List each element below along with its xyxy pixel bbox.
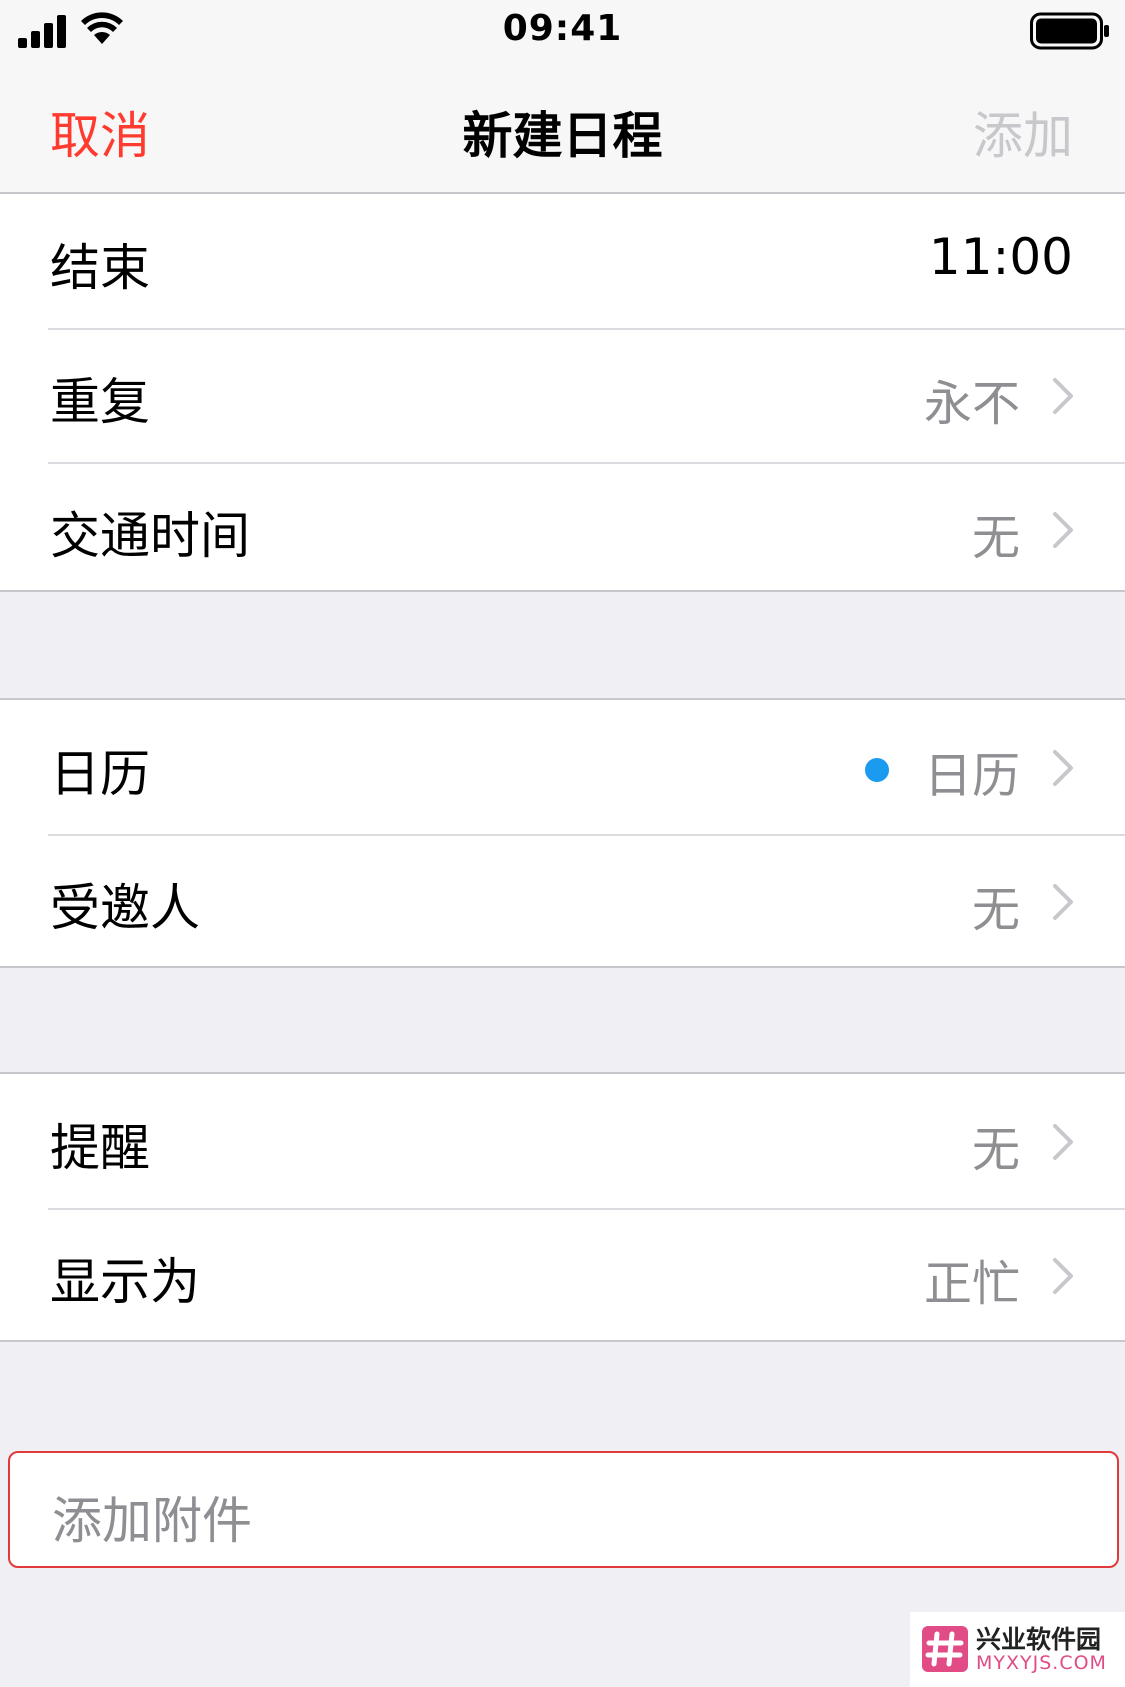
add-button[interactable]: 添加 (973, 96, 1073, 168)
watermark-logo-icon (922, 1626, 968, 1672)
repeat-row[interactable]: 重复 永不 (0, 328, 1125, 462)
new-event-screen: 09:41 取消 新建日程 添加 结束 11:00 重复 永不 交通时间 无 日… (0, 0, 1125, 1687)
calendar-label: 日历 (50, 745, 150, 803)
invitees-row[interactable]: 受邀人 无 (0, 834, 1125, 968)
calendar-group: 日历 日历 受邀人 无 (0, 698, 1125, 968)
chevron-right-icon (1053, 1258, 1073, 1294)
show-as-label: 显示为 (50, 1253, 200, 1311)
show-as-value: 正忙 (923, 1256, 1020, 1312)
battery-icon (1030, 12, 1109, 50)
calendar-value: 日历 (923, 748, 1020, 804)
alert-value: 无 (971, 1122, 1020, 1178)
add-attachment-label: 添加附件 (52, 1492, 252, 1550)
time-settings-group: 结束 11:00 重复 永不 交通时间 无 (0, 192, 1125, 592)
show-as-row[interactable]: 显示为 正忙 (0, 1208, 1125, 1342)
calendar-row[interactable]: 日历 日历 (0, 700, 1125, 834)
watermark-site: MYXYJS.COM (976, 1652, 1107, 1674)
alert-row[interactable]: 提醒 无 (0, 1074, 1125, 1208)
travel-time-label: 交通时间 (50, 507, 250, 565)
watermark: 兴业软件园 MYXYJS.COM (910, 1612, 1125, 1687)
status-time: 09:41 (502, 8, 623, 49)
end-time-value: 11:00 (928, 228, 1073, 286)
invitees-value: 无 (971, 882, 1020, 938)
chevron-right-icon (1053, 884, 1073, 920)
page-title: 新建日程 (462, 107, 663, 165)
chevron-right-icon (1053, 1124, 1073, 1160)
navigation-bar: 取消 新建日程 添加 (0, 62, 1125, 194)
chevron-right-icon (1053, 378, 1073, 414)
add-attachment-button[interactable]: 添加附件 (8, 1451, 1119, 1568)
watermark-name: 兴业软件园 (976, 1625, 1102, 1654)
chevron-right-icon (1053, 750, 1073, 786)
repeat-label: 重复 (50, 373, 150, 431)
chevron-right-icon (1053, 512, 1073, 548)
alert-label: 提醒 (50, 1119, 150, 1177)
repeat-value: 永不 (923, 376, 1020, 432)
invitees-label: 受邀人 (50, 879, 200, 937)
end-time-row[interactable]: 结束 11:00 (0, 194, 1125, 328)
travel-time-row[interactable]: 交通时间 无 (0, 462, 1125, 596)
end-time-label: 结束 (50, 239, 150, 297)
travel-time-value: 无 (971, 510, 1020, 566)
calendar-color-dot (865, 758, 889, 782)
alert-group: 提醒 无 显示为 正忙 (0, 1072, 1125, 1342)
status-bar: 09:41 (0, 0, 1125, 62)
